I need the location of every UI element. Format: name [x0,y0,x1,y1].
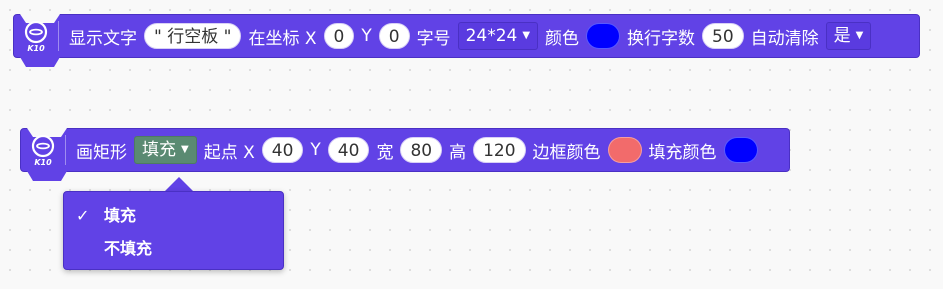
fill-color-label: 填充颜色 [648,142,717,163]
border-color-label: 边框颜色 [532,142,601,163]
x-input[interactable]: 40 [261,137,304,163]
autoclear-value: 是 [833,26,851,46]
start-x-label: 起点 X [203,142,255,163]
font-size-label: 字号 [416,28,451,49]
border-color-swatch[interactable] [607,137,642,163]
block-separator [65,135,66,165]
width-label: 宽 [376,142,394,163]
wrap-count-input[interactable]: 50 [702,23,744,49]
font-size-value: 24*24 [465,26,518,46]
checkmark-icon: ✓ [76,206,90,225]
menu-item-no-fill[interactable]: 不填充 [64,235,283,263]
caret-down-icon: ▼ [181,144,189,155]
fill-mode-dropdown[interactable]: 填充 ▼ [134,136,197,164]
text-color-swatch[interactable] [586,23,621,49]
y-label: Y [361,26,372,46]
wrap-label: 换行字数 [627,28,696,49]
fill-color-swatch[interactable] [723,137,758,163]
y-input[interactable]: 0 [378,23,410,49]
block-separator [58,21,59,51]
at-x-label: 在坐标 X [248,28,317,49]
svg-text:K10: K10 [27,44,45,53]
width-input[interactable]: 80 [400,137,443,163]
menu-item-label: 填充 [104,206,137,225]
y-input[interactable]: 40 [327,137,370,163]
dropdown-arrow [165,177,193,191]
menu-item-label: 不填充 [104,239,153,258]
autoclear-label: 自动清除 [750,28,819,49]
autoclear-dropdown[interactable]: 是 ▼ [825,22,872,50]
menu-item-fill[interactable]: ✓ 填充 [64,202,283,230]
height-label: 高 [449,142,467,163]
caret-down-icon: ▼ [855,30,864,41]
k10-board-icon: K10 [21,128,65,172]
text-input[interactable]: " 行空板 " [144,23,242,49]
fill-mode-value: 填充 [142,140,176,160]
k10-board-icon: K10 [14,14,58,58]
fill-mode-menu: ✓ 填充 不填充 [63,191,284,270]
show-text-label: 显示文字 [69,28,137,49]
draw-rect-block[interactable]: K10 画矩形 填充 ▼ 起点 X 40 Y 40 宽 80 高 120 边框颜色… [20,128,790,181]
svg-text:K10: K10 [34,158,52,167]
font-size-dropdown[interactable]: 24*24 ▼ [457,22,539,50]
height-input[interactable]: 120 [473,137,526,163]
x-input[interactable]: 0 [323,23,355,49]
draw-rect-label: 画矩形 [76,142,127,163]
display-text-block[interactable]: K10 显示文字 " 行空板 " 在坐标 X 0 Y 0 字号 24*24 ▼ 颜… [13,14,920,67]
caret-down-icon: ▼ [522,30,531,41]
block-bottom-notch [20,57,60,67]
color-label: 颜色 [545,28,580,49]
y-label: Y [310,140,321,160]
block-bottom-notch [27,171,67,181]
